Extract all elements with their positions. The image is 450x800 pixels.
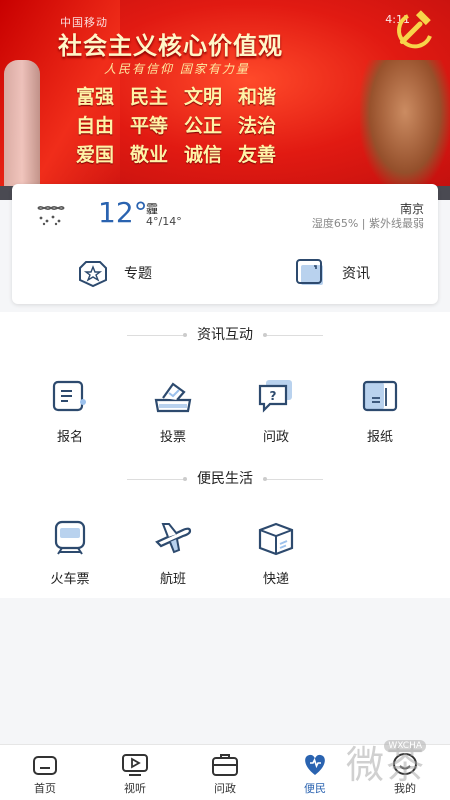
tab-label: 我的 <box>394 782 416 795</box>
question-chat-icon: ? <box>258 380 292 413</box>
value-word: 友善 <box>238 144 277 166</box>
value-word: 敬业 <box>130 144 169 166</box>
svg-text:?: ? <box>270 389 277 403</box>
parcel-box-icon <box>258 522 294 556</box>
section-title-interaction: 资讯互动 <box>0 324 450 344</box>
tab-label: 问政 <box>214 782 236 795</box>
value-word: 富强 <box>76 86 115 108</box>
newspaper-icon <box>362 380 398 412</box>
value-word: 公正 <box>184 115 223 137</box>
value-word: 自由 <box>76 115 115 137</box>
topic-badge-icon <box>79 261 107 288</box>
value-word: 法治 <box>238 115 277 137</box>
huabiao-pillar-decoration <box>4 60 40 200</box>
heart-icon <box>305 754 325 775</box>
shortcut-topic[interactable]: 专题 <box>76 256 152 290</box>
divider-line <box>263 476 323 481</box>
grid-item-signup[interactable]: 报名 <box>30 378 110 445</box>
hammer-sickle-icon <box>392 6 440 54</box>
tab-inquiry[interactable]: 问政 <box>180 745 270 800</box>
services-panel: 资讯互动 报名 投票 ? 问政 报纸 便民生活 火车票 航班 快递 <box>0 312 450 598</box>
shortcut-label: 资讯 <box>342 266 370 282</box>
grid-item-label: 投票 <box>159 430 186 445</box>
airplane-icon <box>155 523 192 554</box>
banner-title: 社会主义核心价值观 <box>58 32 283 60</box>
briefcase-icon <box>212 754 238 776</box>
value-word: 文明 <box>184 86 223 108</box>
grid-item-label: 快递 <box>262 572 289 587</box>
tab-label: 首页 <box>34 782 56 795</box>
grid-item-label: 报纸 <box>366 430 393 445</box>
grid-item-train-ticket[interactable]: 火车票 <box>30 520 110 587</box>
temperature-range: 4°/14° <box>146 215 182 228</box>
temperature-value: 12° <box>98 196 148 229</box>
weather-card: 12° 霾 4°/14° 南京 湿度65% | 紫外线最弱 专题 资讯 <box>12 184 438 304</box>
divider-line <box>263 332 323 337</box>
tab-label: 视听 <box>124 782 146 795</box>
banner-slogan: 人民有信仰 国家有力量 <box>104 62 250 76</box>
section-title-life: 便民生活 <box>0 468 450 488</box>
vote-box-icon <box>154 382 192 413</box>
grid-item-label: 问政 <box>262 430 289 445</box>
grid-item-newspaper[interactable]: 报纸 <box>340 378 420 445</box>
home-tv-icon <box>33 756 57 775</box>
signup-form-icon <box>52 380 86 412</box>
value-word: 民主 <box>130 86 169 108</box>
grid-item-label: 航班 <box>159 572 186 587</box>
grid-item-inquiry[interactable]: ? 问政 <box>236 378 316 445</box>
video-play-icon <box>122 754 148 776</box>
grid-item-flight[interactable]: 航班 <box>133 520 213 587</box>
grid-item-label: 报名 <box>56 430 83 445</box>
divider-line <box>127 476 187 481</box>
grid-item-label: 火车票 <box>50 572 90 587</box>
values-row: 富强 民主 文明 和谐 <box>76 82 292 109</box>
shortcut-news[interactable]: 资讯 <box>294 256 370 290</box>
tab-mine[interactable]: 我的 <box>360 745 450 800</box>
value-word: 和谐 <box>238 86 277 108</box>
value-word: 平等 <box>130 115 169 137</box>
section-title-text: 便民生活 <box>197 471 253 487</box>
tab-label: 便民 <box>304 782 326 795</box>
grid-item-express[interactable]: 快递 <box>236 520 316 587</box>
value-word: 爱国 <box>76 144 115 166</box>
haze-icon <box>37 206 65 226</box>
stone-lion-decoration <box>360 60 450 190</box>
shortcut-label: 专题 <box>124 266 152 282</box>
smile-face-icon <box>393 753 417 775</box>
tab-home[interactable]: 首页 <box>0 745 90 800</box>
tab-convenience[interactable]: 便民 <box>270 745 360 800</box>
grid-item-vote[interactable]: 投票 <box>133 378 213 445</box>
tab-av[interactable]: 视听 <box>90 745 180 800</box>
value-word: 诚信 <box>184 144 223 166</box>
values-row: 自由 平等 公正 法治 <box>76 111 292 138</box>
banner[interactable]: 中国移动 4:11 社会主义核心价值观 人民有信仰 国家有力量 富强 民主 文明 和谐… <box>0 0 450 200</box>
news-window-icon <box>296 259 323 285</box>
divider-line <box>127 332 187 337</box>
humidity-uv-info: 湿度65% | 紫外线最弱 <box>311 217 424 230</box>
section-title-text: 资讯互动 <box>197 327 253 343</box>
values-row: 爱国 敬业 诚信 友善 <box>76 140 292 167</box>
bottom-tab-bar: 首页 视听 问政 便民 我的 <box>0 744 450 800</box>
train-icon <box>54 520 86 555</box>
